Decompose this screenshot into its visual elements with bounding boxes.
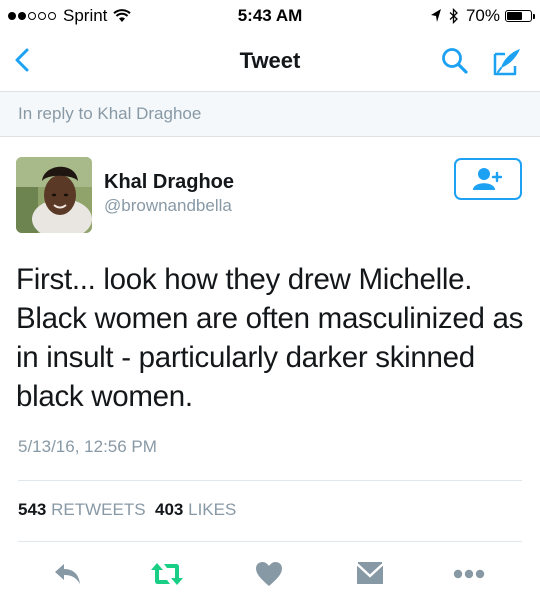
search-icon[interactable] bbox=[440, 46, 470, 76]
retweets-label[interactable]: RETWEETS bbox=[51, 500, 145, 519]
avatar-image bbox=[16, 157, 92, 233]
status-right: 70% bbox=[430, 6, 535, 26]
like-button[interactable] bbox=[252, 559, 286, 589]
like-heart-icon bbox=[256, 562, 282, 586]
follow-button[interactable] bbox=[454, 158, 522, 200]
retweet-button[interactable] bbox=[150, 559, 184, 589]
battery-icon bbox=[505, 10, 535, 22]
battery-tip bbox=[533, 14, 535, 19]
status-bar: Sprint 5:43 AM 70% bbox=[0, 0, 540, 34]
location-arrow-icon bbox=[430, 9, 441, 22]
retweet-icon bbox=[151, 563, 183, 585]
likes-count[interactable]: 403 bbox=[155, 500, 183, 519]
action-bar bbox=[0, 555, 540, 595]
compose-tweet-icon[interactable] bbox=[491, 46, 523, 78]
battery-percent: 70% bbox=[465, 6, 500, 25]
author-display-name[interactable]: Khal Draghoe bbox=[104, 171, 234, 194]
likes-label[interactable]: LIKES bbox=[188, 500, 236, 519]
more-dots-icon bbox=[453, 569, 485, 579]
nav-bar: Tweet bbox=[0, 34, 540, 90]
battery-fill bbox=[507, 12, 522, 20]
direct-message-button[interactable] bbox=[353, 559, 387, 589]
reply-banner[interactable]: In reply to Khal Draghoe bbox=[0, 91, 540, 137]
tweet-text: First... look how they drew Michelle. Bl… bbox=[16, 263, 524, 413]
reply-icon bbox=[55, 564, 80, 584]
direct-message-icon bbox=[356, 562, 384, 584]
add-user-icon bbox=[473, 168, 503, 190]
reply-button[interactable] bbox=[51, 559, 85, 589]
tweet-stats: 543 RETWEETS 403 LIKES bbox=[18, 500, 236, 520]
more-options-button[interactable] bbox=[452, 559, 486, 589]
retweets-count[interactable]: 543 bbox=[18, 500, 46, 519]
avatar[interactable] bbox=[16, 157, 92, 233]
divider bbox=[18, 480, 522, 481]
tweet-timestamp: 5/13/16, 12:56 PM bbox=[18, 437, 157, 456]
reply-banner-text: In reply to Khal Draghoe bbox=[18, 104, 202, 123]
bluetooth-icon bbox=[449, 8, 458, 24]
author-handle[interactable]: @brownandbella bbox=[104, 196, 232, 216]
divider bbox=[18, 541, 522, 542]
